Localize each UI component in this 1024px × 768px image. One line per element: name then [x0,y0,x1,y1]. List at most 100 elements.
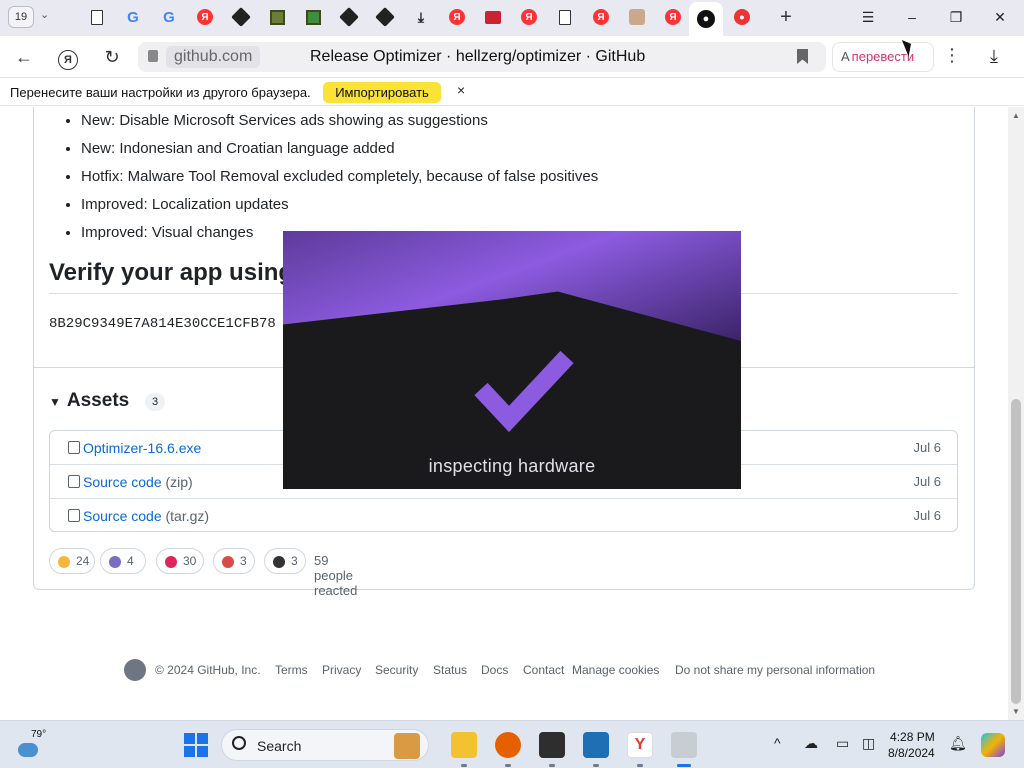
tab-yandex[interactable]: Я [194,6,216,28]
footer-link-security[interactable]: Security [375,663,418,677]
asset-link[interactable]: Source code (zip) [83,474,193,490]
close-import-bar-icon[interactable]: × [457,82,465,98]
thumbs-up-icon [58,555,70,568]
tab-cat[interactable] [626,6,648,28]
copilot-icon[interactable] [981,733,1005,757]
tab-minecraft[interactable] [266,6,288,28]
close-window-button[interactable]: ✕ [988,6,1012,28]
tada-icon [109,555,121,568]
scroll-down-arrow-icon[interactable]: ▼ [1012,707,1020,716]
address-domain[interactable]: github.com [166,46,261,68]
search-highlight-cat-icon [394,733,420,759]
counter-strike-icon[interactable] [539,732,565,758]
asset-suffix[interactable]: (tar.gz) [166,508,210,524]
more-options-icon[interactable]: ⋮ [943,45,961,66]
minecraft-icon [305,9,321,25]
start-button[interactable] [184,733,208,757]
tab-video[interactable] [482,6,504,28]
vertical-scrollbar[interactable]: ▲ ▼ [1008,107,1024,720]
github-logo-icon[interactable] [124,659,146,681]
browser-menu-icon[interactable]: ☰ [856,6,880,28]
address-bar[interactable]: github.com Release Optimizer · hellzerg/… [138,42,826,72]
file-explorer-icon[interactable] [451,732,477,758]
footer-link-terms[interactable]: Terms [275,663,308,677]
notification-bell-icon[interactable]: 🔔︎ [949,735,967,752]
tab-github-active[interactable]: ● [689,2,723,36]
asset-link[interactable]: Source code (tar.gz) [83,508,209,524]
reload-button[interactable]: ↻ [100,45,124,69]
tab-yandex-2[interactable]: Я [446,6,468,28]
asset-name[interactable]: Source code [83,508,162,524]
asset-link[interactable]: Optimizer-16.6.exe [83,440,201,456]
import-settings-bar: Перенесите ваши настройки из другого бра… [0,79,1024,106]
tab-document-2[interactable] [554,6,576,28]
reaction-eyes[interactable]: 3 [264,548,306,574]
back-button[interactable]: ← [12,45,36,69]
tab-yandex-3[interactable]: Я [518,6,540,28]
search-label: Search [257,738,302,754]
asset-name[interactable]: Source code [83,474,162,490]
show-hidden-icons-chevron-icon[interactable]: ^ [774,735,781,751]
scroll-up-arrow-icon[interactable]: ▲ [1012,111,1020,120]
navigation-bar: ← Я ↻ github.com Release Optimizer · hel… [0,36,1024,78]
tab-strip: 19 ⌄ G G Я ⤓ Я Я Я Я ● ● + ☰ – ❐ ✕ [0,0,1024,36]
tab-list-chevron-icon[interactable]: ⌄ [40,8,49,21]
running-indicator [505,764,511,767]
bookmark-icon[interactable] [797,49,808,64]
tab-google[interactable]: G [122,6,144,28]
splash-caption: inspecting hardware [428,456,596,476]
footer-link-status[interactable]: Status [433,663,467,677]
asset-suffix[interactable]: (zip) [166,474,193,490]
import-button[interactable]: Импортировать [323,82,441,103]
asset-name[interactable]: Optimizer-16.6.exe [83,440,201,456]
system-clock[interactable]: 4:28 PM 8/8/2024 [888,729,935,761]
firefox-icon[interactable] [495,732,521,758]
footer-link-docs[interactable]: Docs [481,663,508,677]
taskbar-search[interactable]: Search [221,729,429,761]
tab-shield[interactable]: ● [731,6,753,28]
footer-link-manage-cookies[interactable]: Manage cookies [572,663,659,677]
scrollbar-thumb[interactable] [1011,399,1021,704]
yandex-browser-icon[interactable]: Y [627,732,653,758]
tab-document[interactable] [86,6,108,28]
yandex-home-button[interactable]: Я [56,45,80,70]
asset-date: Jul 6 [913,474,941,489]
list-item: Improved: Localization updates [81,195,598,223]
footer-link-contact[interactable]: Contact [523,663,564,677]
yandex-icon: Я [521,9,537,25]
checkmark-icon [474,350,574,433]
optimizer-app-icon[interactable] [671,732,697,758]
footer-link-privacy[interactable]: Privacy [322,663,361,677]
tab-cube-3[interactable] [374,6,396,28]
tab-yandex-5[interactable]: Я [662,6,684,28]
footer-link-do-not-share[interactable]: Do not share my personal information [675,663,875,677]
translate-button[interactable]: Aперевести [832,42,934,72]
yandex-icon: Я [593,9,609,25]
cube-icon [339,7,359,27]
tab-cube[interactable] [230,6,252,28]
reaction-tada[interactable]: 4 [100,548,146,574]
purple-beam-graphic [283,231,741,341]
reaction-thumbs-up[interactable]: 24 [49,548,95,574]
new-tab-button[interactable]: + [774,6,798,30]
tab-google-2[interactable]: G [158,6,180,28]
temperature: 79° [31,729,47,740]
tab-minecraft-2[interactable] [302,6,324,28]
downloads-icon[interactable]: ⤓ [990,46,998,67]
minimize-button[interactable]: – [900,6,924,28]
tab-counter[interactable]: 19 [8,6,34,28]
reaction-rocket[interactable]: 3 [213,548,255,574]
reaction-heart[interactable]: 30 [156,548,204,574]
monitor-app-icon[interactable] [583,732,609,758]
network-icon[interactable]: ◫ [862,735,875,752]
display-icon[interactable]: ▭ [836,735,849,752]
assets-toggle[interactable]: ▼ Assets [49,390,129,412]
tab-cube-2[interactable] [338,6,360,28]
heart-icon [165,555,177,568]
onedrive-icon[interactable]: ☁ [804,735,818,752]
tab-yandex-4[interactable]: Я [590,6,612,28]
tab-download[interactable]: ⤓ [410,6,432,28]
weather-widget[interactable]: 79° [18,729,47,757]
restore-button[interactable]: ❐ [944,6,968,28]
reaction-count: 3 [240,554,247,568]
